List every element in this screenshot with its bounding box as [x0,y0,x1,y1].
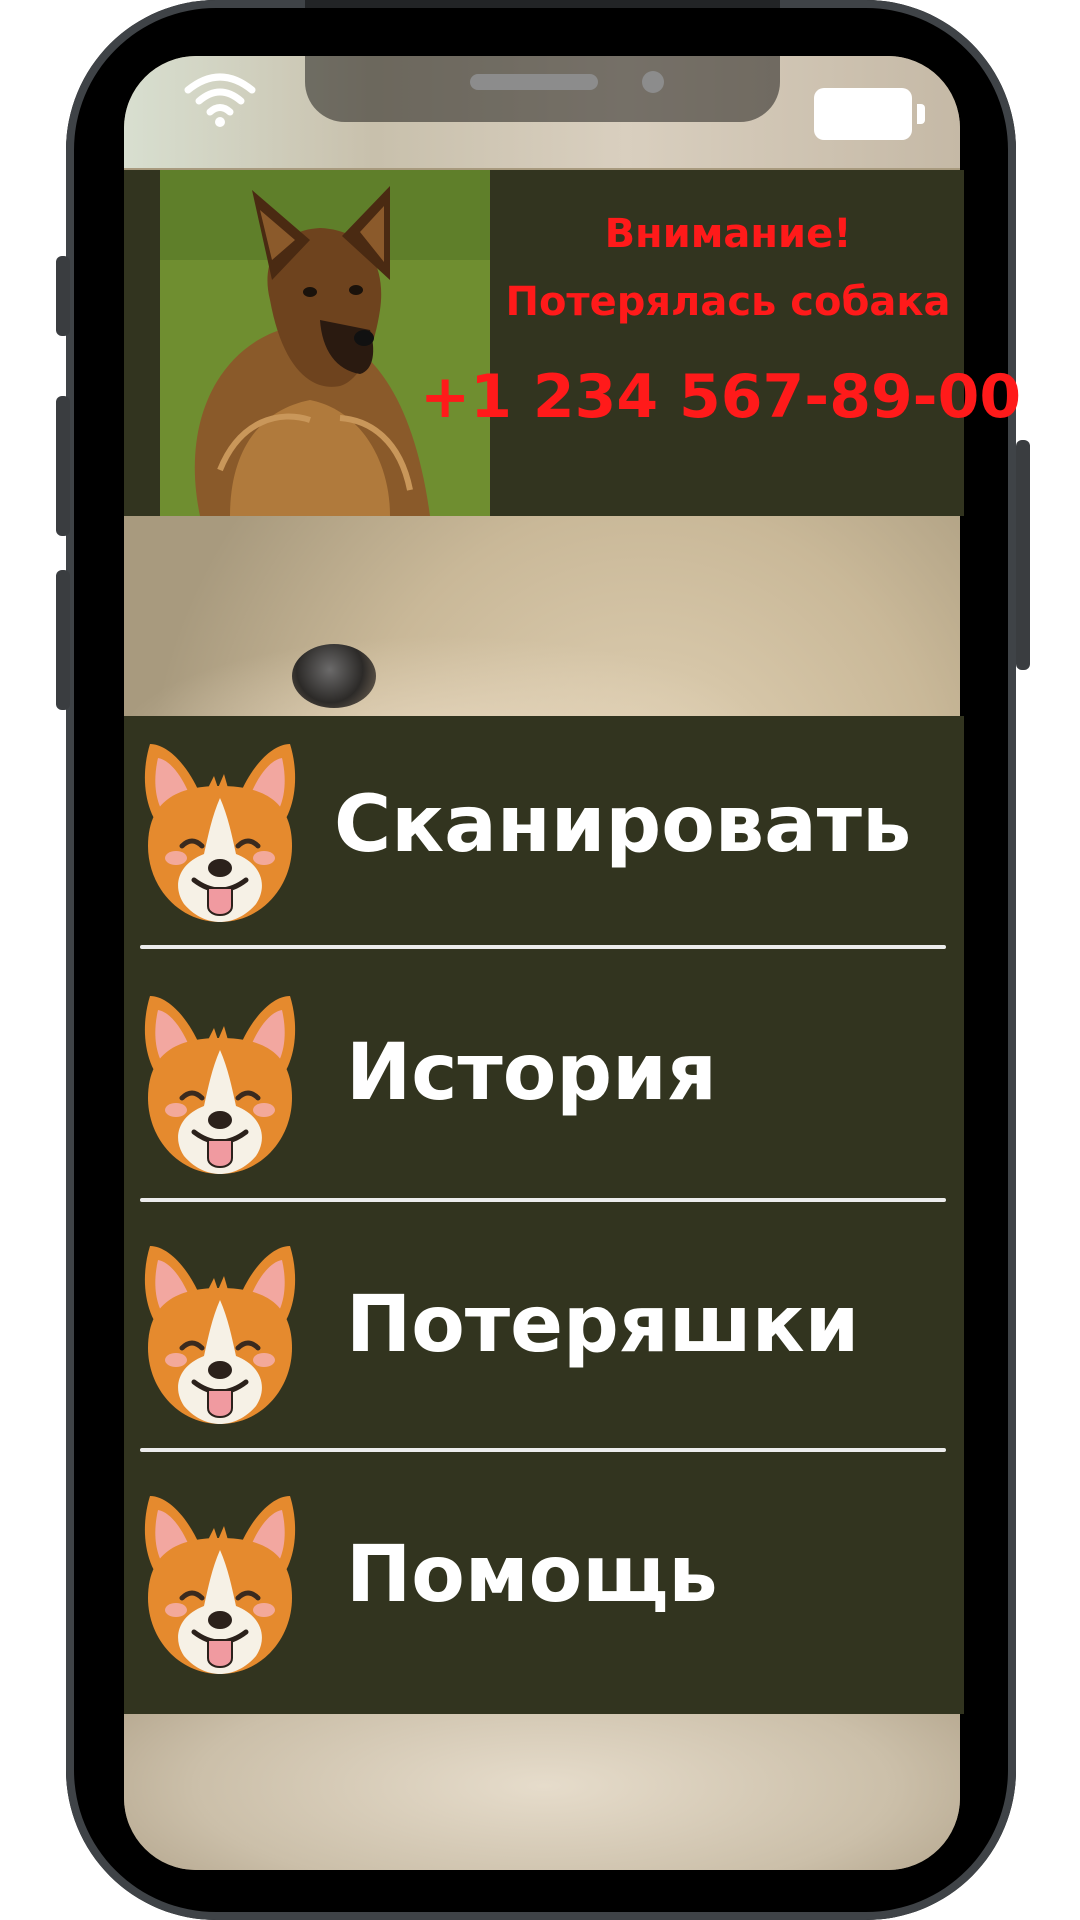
menu-item-help-label: Помощь [346,1530,718,1620]
volume-down-button [56,570,70,710]
battery-icon [814,88,912,140]
volume-silent-button [56,256,70,336]
battery-cap [917,104,925,124]
corgi-face-icon [138,736,302,926]
menu-item-lost-pets[interactable]: Потеряшки [124,1222,964,1452]
notch [305,0,780,122]
corgi-face-icon [138,1488,302,1678]
corgi-face-icon [138,988,302,1178]
background-dog-eye [292,644,376,708]
corgi-face-icon [138,1238,302,1428]
menu-divider [140,1448,946,1452]
front-camera [642,71,664,93]
alert-phone-number[interactable]: +1 234 567-89-00 [420,362,1021,432]
menu-item-help[interactable]: Помощь [124,1472,964,1702]
background-photo-bottom [124,1706,960,1870]
menu-item-lost-pets-label: Потеряшки [346,1280,860,1370]
speaker-grille [470,74,598,90]
menu-item-history[interactable]: История [124,972,964,1202]
lost-dog-photo [160,170,490,516]
menu-divider [140,945,946,949]
power-button [1016,440,1030,670]
menu-item-scan-label: Сканировать [334,780,912,870]
alert-title-line2: Потерялась собака [505,279,951,325]
alert-title-line1: Внимание! [604,211,852,257]
menu-divider [140,1198,946,1202]
menu-item-scan[interactable]: Сканировать [124,720,964,950]
menu-item-history-label: История [346,1028,717,1118]
volume-up-button [56,396,70,536]
alert-title: Внимание! Потерялась собака [500,200,956,336]
wifi-icon [184,73,256,127]
